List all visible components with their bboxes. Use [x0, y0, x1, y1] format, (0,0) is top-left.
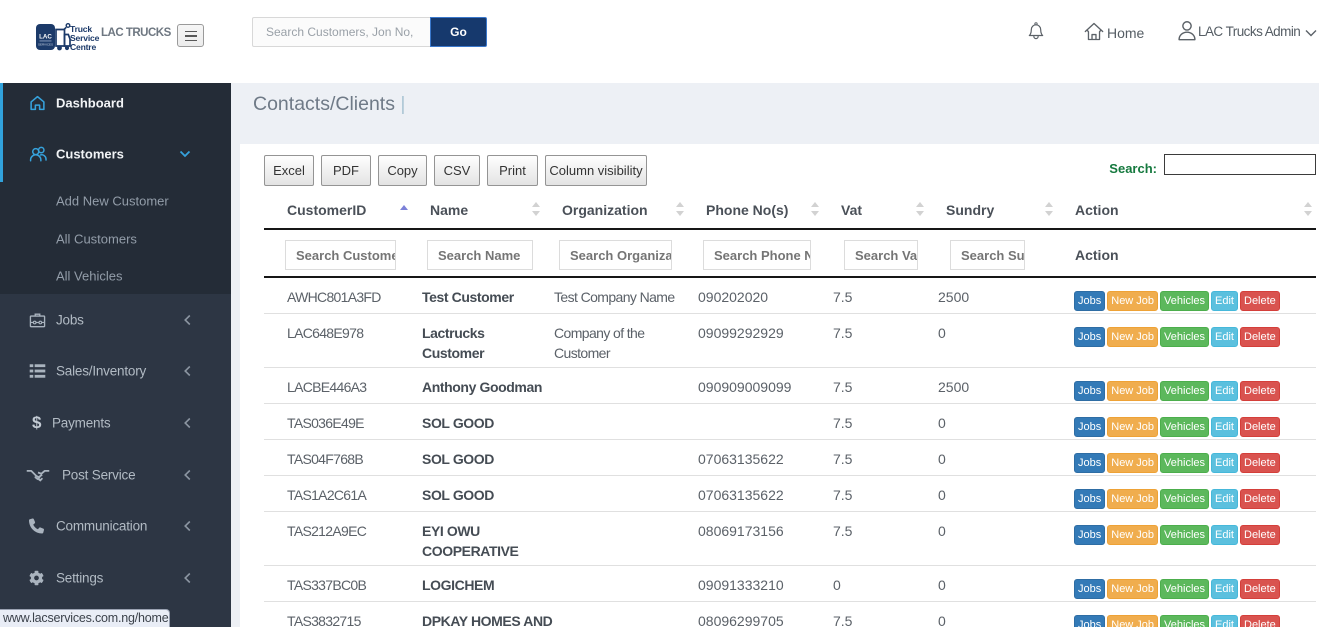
svg-text:SERVICES: SERVICES — [38, 43, 53, 47]
svg-text:LAC: LAC — [39, 34, 52, 41]
